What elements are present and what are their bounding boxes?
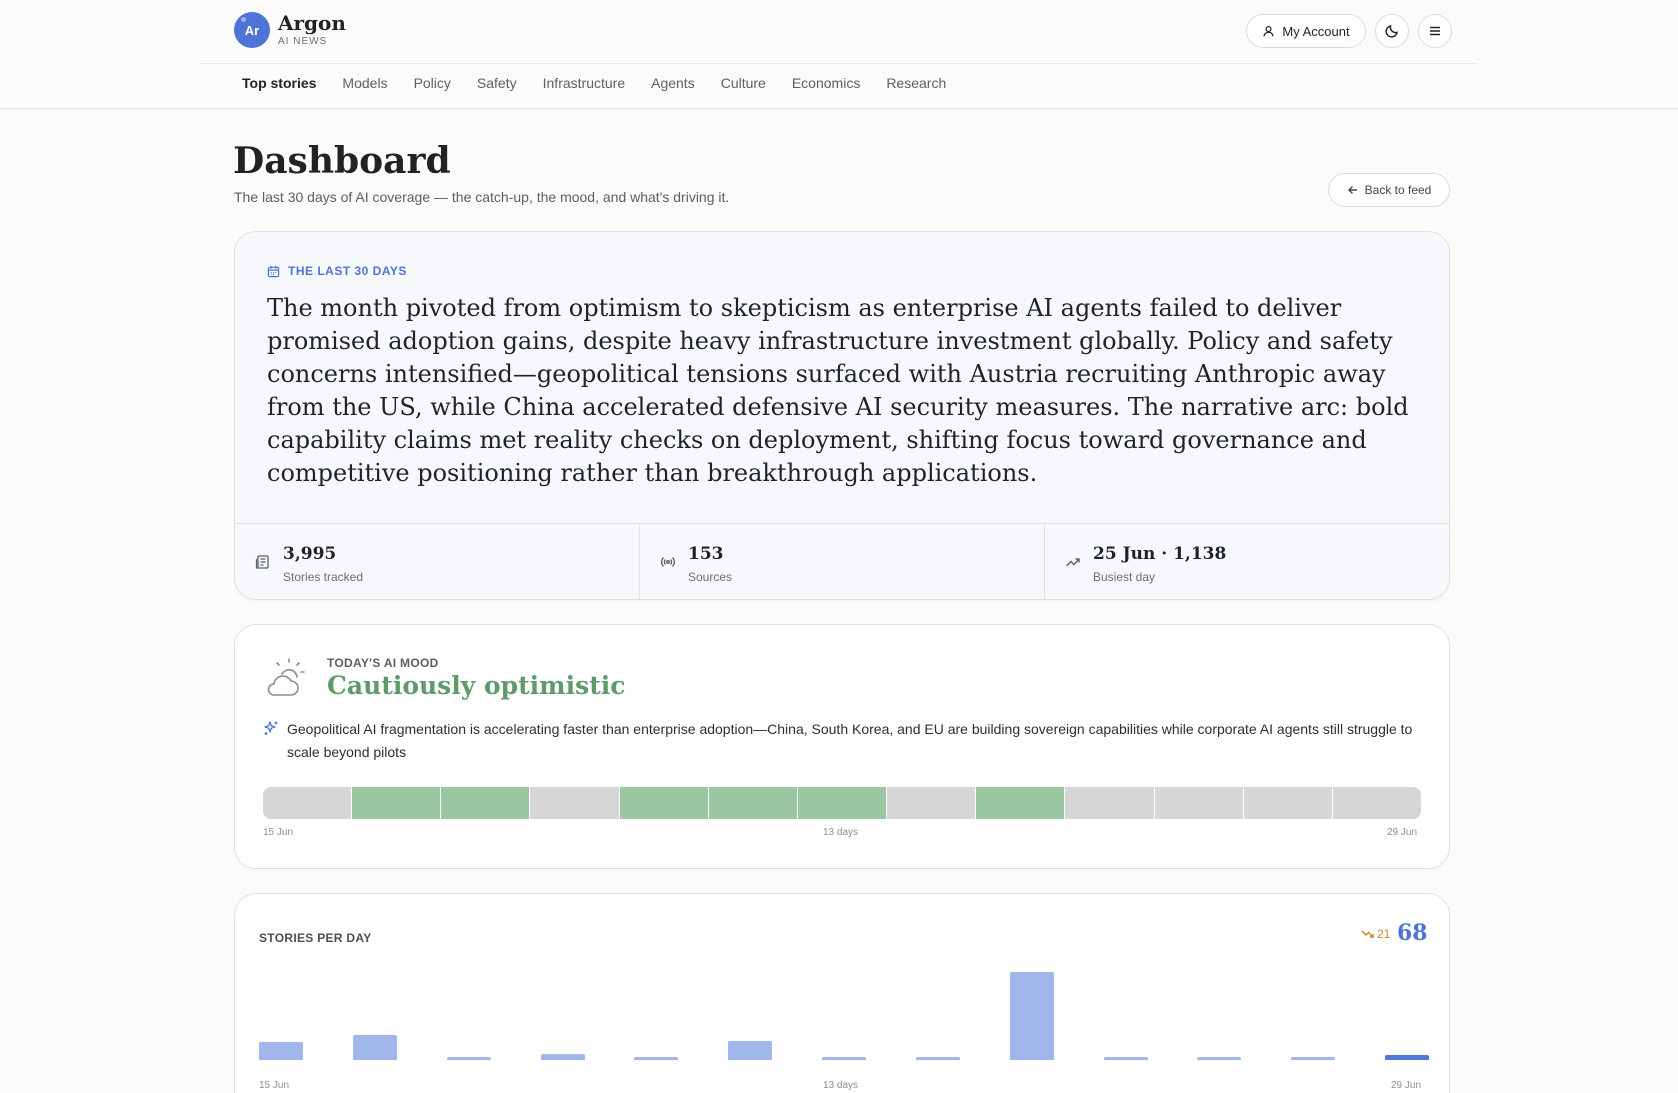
page-subtitle: The last 30 days of AI coverage — the ca… (234, 189, 730, 205)
stories-bar[interactable] (1010, 972, 1054, 1060)
page-title: Dashboard (233, 140, 451, 182)
stat-value: 153 (688, 544, 724, 564)
stat-value: 3,995 (283, 544, 337, 564)
brand-logo-text: Ar (244, 22, 260, 38)
mood-card: TODAY'S AI MOOD Cautiously optimistic Ge… (234, 624, 1450, 869)
trending-up-icon (1066, 558, 1080, 567)
mood-day-neutral[interactable] (1332, 787, 1421, 819)
stat-stories-tracked: 3,995 Stories tracked (235, 524, 640, 599)
mood-day-positive[interactable] (976, 787, 1066, 819)
stories-bar[interactable] (634, 1057, 678, 1060)
trending-down-icon (1361, 930, 1374, 938)
back-to-feed-button[interactable]: Back to feed (1328, 173, 1450, 207)
nav-item-top-stories[interactable]: Top stories (242, 75, 316, 91)
mood-day-positive[interactable] (352, 787, 442, 819)
nav-item-policy[interactable]: Policy (414, 75, 451, 91)
brand-name: Argon (278, 11, 346, 35)
calendar-icon (267, 265, 280, 277)
stories-delta-value: 21 (1377, 927, 1391, 941)
brand-logo: Ar (234, 12, 270, 48)
my-account-button[interactable]: My Account (1246, 14, 1366, 48)
stat-label: Busiest day (1093, 570, 1156, 584)
mood-kicker: TODAY'S AI MOOD (327, 656, 439, 670)
stories-bar[interactable] (353, 1035, 397, 1060)
mood-day-positive[interactable] (797, 787, 888, 819)
stat-sources: 153 Sources (640, 524, 1045, 599)
mood-day-neutral[interactable] (1243, 787, 1333, 819)
mood-day-neutral[interactable] (1065, 787, 1155, 819)
mood-axis-middle: 13 days (823, 827, 859, 838)
stories-per-day-card: STORIES PER DAY 21 68 15 Jun 13 days 29 … (234, 893, 1450, 1093)
back-to-feed-label: Back to feed (1364, 183, 1432, 197)
stories-bar[interactable] (1291, 1057, 1335, 1060)
nav-item-models[interactable]: Models (342, 75, 387, 91)
stories-bar[interactable] (447, 1057, 491, 1060)
logo-dot (241, 17, 246, 22)
mood-axis-start: 15 Jun (263, 827, 294, 838)
moon-icon (1385, 25, 1398, 38)
mood-day-neutral[interactable] (1154, 787, 1244, 819)
sparkles-icon (264, 721, 278, 735)
stories-bar[interactable] (822, 1057, 866, 1060)
category-nav: Top stories Models Policy Safety Infrast… (242, 75, 972, 91)
stories-bar[interactable] (1385, 1055, 1429, 1060)
stat-label: Stories tracked (283, 570, 364, 584)
mood-day-positive[interactable] (441, 787, 531, 819)
summary-card: THE LAST 30 DAYS The month pivoted from … (234, 231, 1450, 600)
broadcast-icon (661, 557, 675, 567)
stories-bar[interactable] (259, 1042, 303, 1060)
stories-bar[interactable] (1104, 1057, 1148, 1060)
arrow-left-icon (1347, 186, 1357, 194)
stat-label: Sources (688, 570, 733, 584)
my-account-label: My Account (1282, 23, 1350, 39)
stories-bar[interactable] (916, 1057, 960, 1060)
mood-axis-end: 29 Jun (1387, 827, 1418, 838)
stories-axis-end: 29 Jun (1391, 1080, 1422, 1091)
stories-total: 68 (1397, 920, 1428, 946)
mood-insight: Geopolitical AI fragmentation is acceler… (287, 721, 1413, 760)
mood-day-neutral[interactable] (887, 787, 977, 819)
newspaper-icon (255, 555, 269, 569)
nav-item-culture[interactable]: Culture (721, 75, 766, 91)
mood-value: Cautiously optimistic (327, 671, 626, 700)
stories-axis-middle: 13 days (823, 1080, 859, 1091)
stories-bar[interactable] (728, 1041, 772, 1060)
mood-day-neutral[interactable] (263, 787, 353, 819)
stat-value: 25 Jun · 1,138 (1093, 544, 1227, 564)
mood-day-positive[interactable] (708, 787, 798, 819)
stories-axis-start: 15 Jun (259, 1080, 290, 1091)
stories-delta: 21 (1361, 927, 1390, 941)
stories-kicker: STORIES PER DAY (259, 931, 372, 945)
stories-bar[interactable] (541, 1054, 585, 1060)
stories-bar[interactable] (1197, 1057, 1241, 1060)
nav-item-research[interactable]: Research (886, 75, 946, 91)
menu-button[interactable] (1418, 14, 1452, 48)
stories-bar-chart (259, 960, 1429, 1060)
mood-day-neutral[interactable] (530, 787, 620, 819)
summary-kicker: THE LAST 30 DAYS (288, 264, 407, 278)
summary-text: The month pivoted from optimism to skept… (267, 294, 1409, 487)
nav-item-economics[interactable]: Economics (792, 75, 860, 91)
hamburger-menu-icon (1430, 26, 1440, 36)
stat-busiest-day: 25 Jun · 1,138 Busiest day (1045, 524, 1449, 599)
summary-header: THE LAST 30 DAYS (267, 264, 407, 278)
nav-item-infrastructure[interactable]: Infrastructure (543, 75, 625, 91)
brand-subtitle: AI NEWS (278, 36, 328, 47)
theme-toggle-button[interactable] (1375, 14, 1409, 48)
mood-timeline (263, 787, 1421, 819)
partly-cloudy-icon (267, 658, 305, 696)
brand[interactable]: Ar Argon AI NEWS (234, 12, 346, 48)
user-icon (1263, 25, 1274, 36)
top-bar: Ar Argon AI NEWS My Account Top stories … (0, 0, 1678, 109)
header-divider (200, 63, 1478, 64)
stats-row: 3,995 Stories tracked 153 Sources 25 Jun… (235, 523, 1449, 599)
nav-item-agents[interactable]: Agents (651, 75, 695, 91)
mood-day-positive[interactable] (619, 787, 709, 819)
nav-item-safety[interactable]: Safety (477, 75, 517, 91)
